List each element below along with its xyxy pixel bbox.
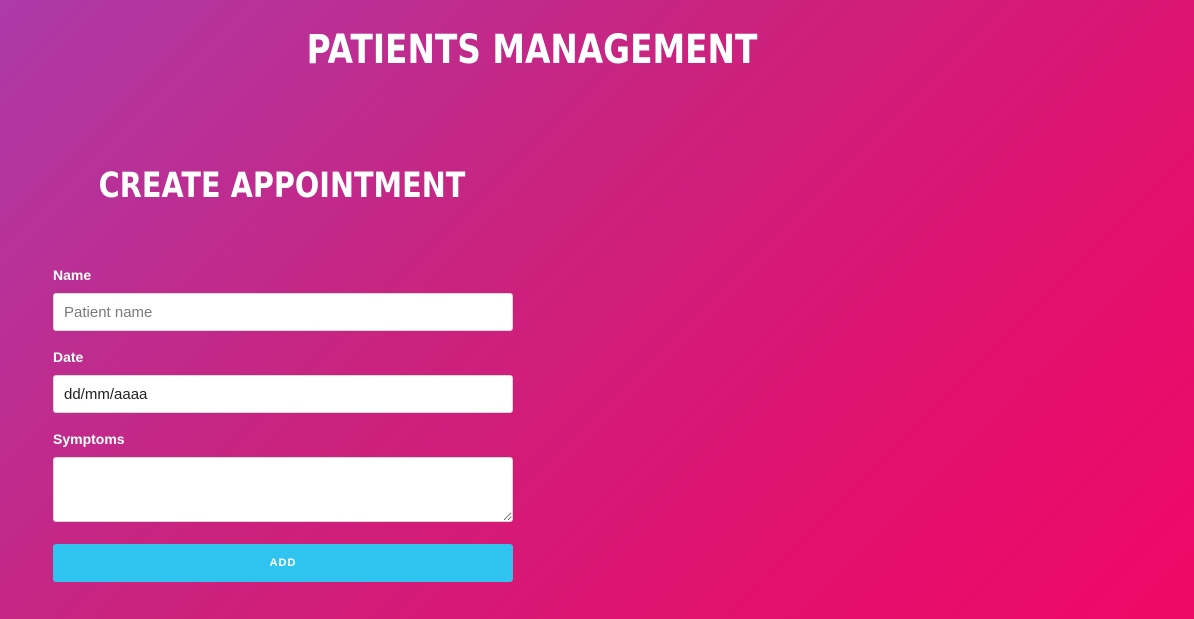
date-label: Date (53, 349, 84, 365)
add-button[interactable]: ADD (53, 544, 513, 582)
symptoms-textarea[interactable] (53, 457, 513, 522)
appointment-form: Name Date Symptoms ADD (53, 266, 513, 582)
create-appointment-title: CREATE APPOINTMENT (98, 166, 466, 206)
date-input[interactable] (53, 375, 513, 413)
symptoms-label: Symptoms (53, 431, 125, 447)
name-label: Name (53, 267, 92, 283)
patient-name-input[interactable] (53, 293, 513, 331)
page-title: PATIENTS MANAGEMENT (306, 27, 758, 73)
